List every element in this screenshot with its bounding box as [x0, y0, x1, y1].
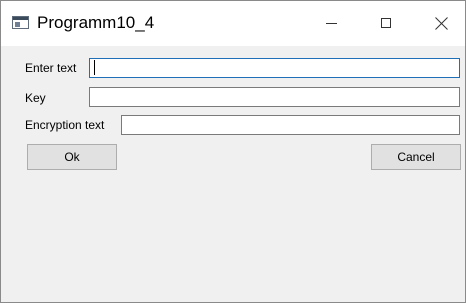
- minimize-icon: [326, 23, 337, 24]
- text-caret: [94, 60, 95, 75]
- key-label: Key: [25, 91, 46, 105]
- key-input[interactable]: [89, 87, 460, 107]
- ok-button[interactable]: Ok: [27, 144, 117, 170]
- encryption-text-label: Encryption text: [25, 118, 105, 132]
- enter-text-input[interactable]: [89, 58, 460, 78]
- app-icon[interactable]: [12, 16, 29, 29]
- window-title: Programm10_4: [37, 13, 155, 32]
- close-icon: [435, 17, 448, 30]
- minimize-button[interactable]: [308, 1, 354, 46]
- app-icon-titlebar: [13, 17, 28, 20]
- app-icon-pane: [15, 22, 20, 27]
- enter-text-label: Enter text: [25, 61, 77, 75]
- encryption-text-input[interactable]: [121, 115, 460, 135]
- title-bar[interactable]: Programm10_4: [1, 1, 465, 46]
- maximize-icon: [381, 18, 391, 28]
- app-window: Programm10_4 Enter text Key Encryption t…: [0, 0, 466, 303]
- cancel-button[interactable]: Cancel: [371, 144, 461, 170]
- close-button[interactable]: [418, 1, 464, 46]
- maximize-button[interactable]: [363, 1, 409, 46]
